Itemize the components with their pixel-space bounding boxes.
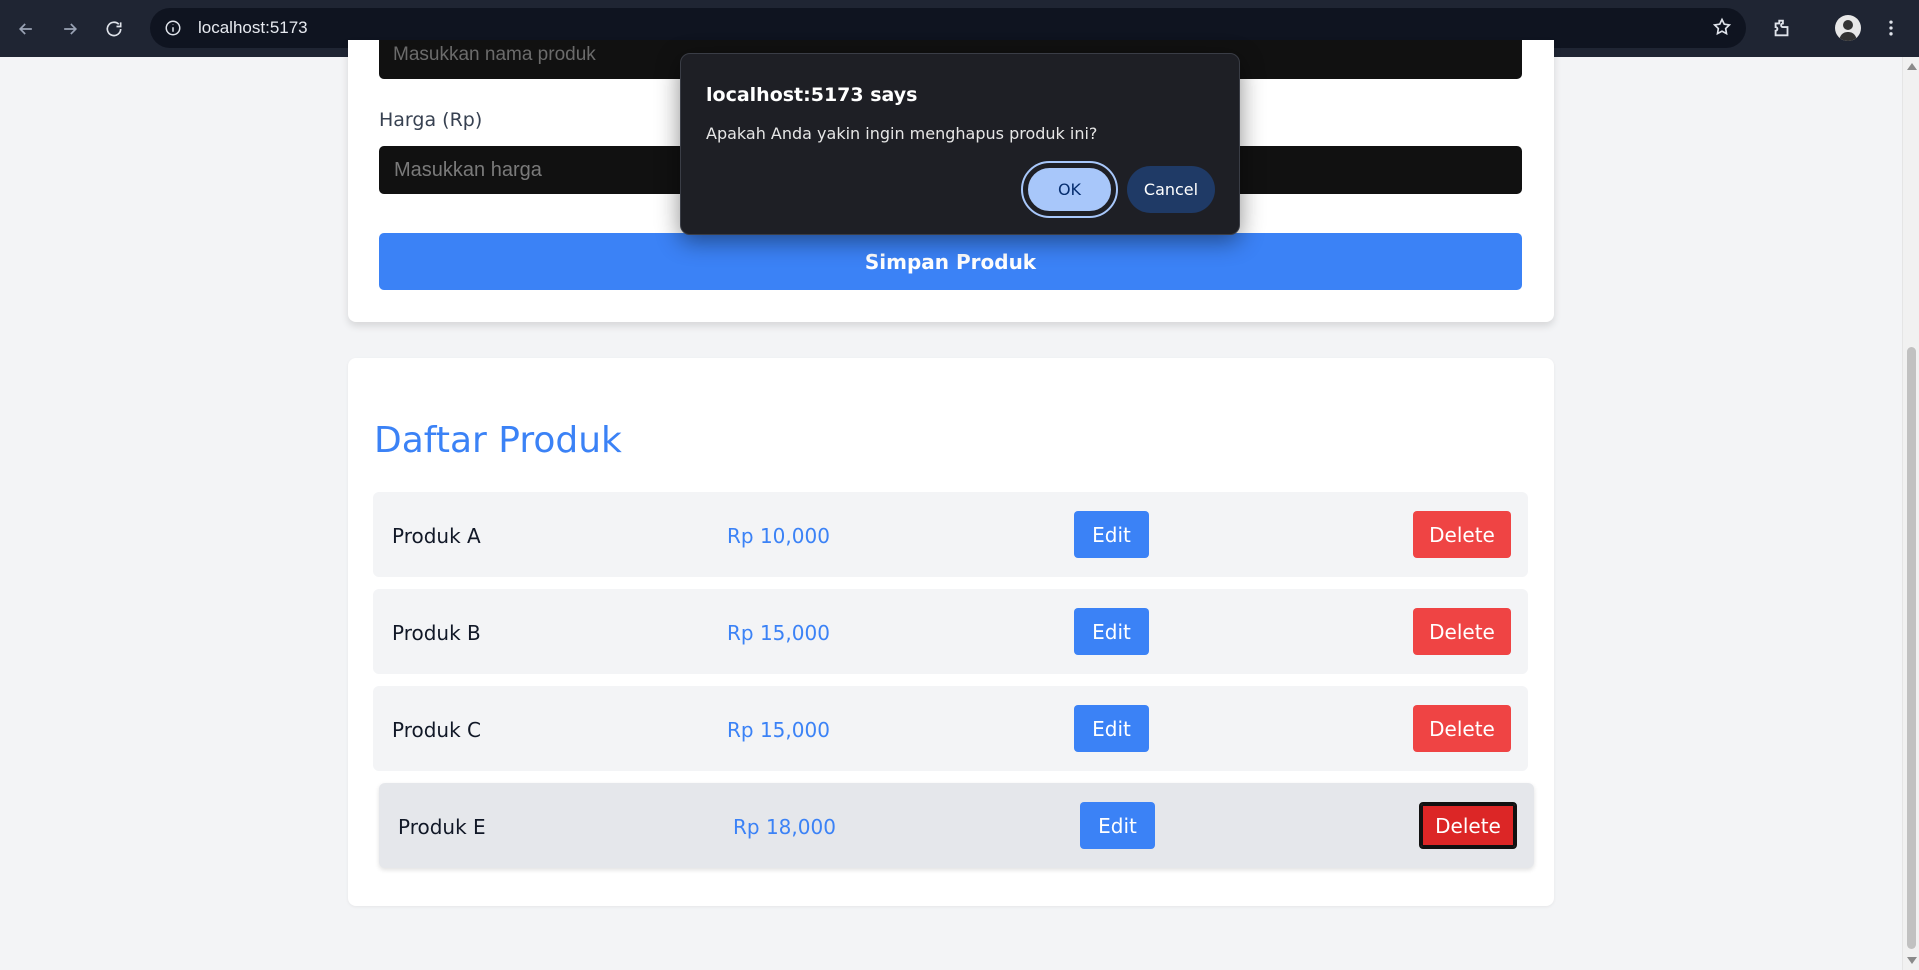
product-price: Rp 10,000 <box>727 524 830 548</box>
arrow-right-icon <box>64 22 78 35</box>
forward-button[interactable] <box>52 11 88 47</box>
product-name: Produk C <box>392 718 482 742</box>
product-row: Produk E Rp 18,000 Edit Delete <box>379 783 1534 868</box>
product-row: Produk B Rp 15,000 Edit Delete <box>373 589 1528 674</box>
scrollbar-thumb[interactable] <box>1907 347 1916 949</box>
product-price: Rp 15,000 <box>727 718 830 742</box>
product-name-placeholder: Masukkan nama produk <box>393 44 596 65</box>
save-product-button[interactable]: Simpan Produk <box>379 233 1522 290</box>
product-name: Produk E <box>398 815 486 839</box>
dialog-message: Apakah Anda yakin ingin menghapus produk… <box>706 124 1098 143</box>
url-text: localhost:5173 <box>198 18 308 37</box>
product-name: Produk A <box>392 524 481 548</box>
dialog-title: localhost:5173 says <box>706 84 918 106</box>
page-scrollbar[interactable] <box>1902 57 1919 970</box>
ok-button[interactable]: OK <box>1021 161 1118 218</box>
scroll-down-icon[interactable] <box>1907 957 1917 964</box>
delete-button[interactable]: Delete <box>1413 705 1511 752</box>
site-info-icon[interactable] <box>162 17 184 39</box>
scroll-up-icon[interactable] <box>1907 63 1917 70</box>
extensions-icon[interactable] <box>1764 10 1800 46</box>
profile-button[interactable] <box>1830 10 1866 46</box>
menu-kebab-icon[interactable] <box>1876 10 1906 46</box>
list-title: Daftar Produk <box>374 420 622 461</box>
reload-icon <box>106 20 122 36</box>
edit-button[interactable]: Edit <box>1080 802 1155 849</box>
product-row: Produk A Rp 10,000 Edit Delete <box>373 492 1528 577</box>
product-name: Produk B <box>392 621 481 645</box>
edit-button[interactable]: Edit <box>1074 511 1149 558</box>
back-button[interactable] <box>8 11 44 47</box>
edit-button[interactable]: Edit <box>1074 705 1149 752</box>
product-price: Rp 18,000 <box>733 815 836 839</box>
reload-button[interactable] <box>96 11 132 47</box>
confirm-dialog: localhost:5173 says Apakah Anda yakin in… <box>680 53 1240 235</box>
arrow-left-icon <box>18 22 32 35</box>
edit-button[interactable]: Edit <box>1074 608 1149 655</box>
avatar <box>1835 15 1861 41</box>
product-row: Produk C Rp 15,000 Edit Delete <box>373 686 1528 771</box>
delete-button[interactable]: Delete <box>1413 511 1511 558</box>
product-price: Rp 15,000 <box>727 621 830 645</box>
product-list-card: Daftar Produk Produk A Rp 10,000 Edit De… <box>348 358 1554 906</box>
delete-button[interactable]: Delete <box>1419 802 1517 849</box>
cancel-button[interactable]: Cancel <box>1127 166 1215 213</box>
price-label: Harga (Rp) <box>379 109 483 131</box>
bookmark-star-icon[interactable] <box>1712 17 1732 41</box>
delete-button[interactable]: Delete <box>1413 608 1511 655</box>
